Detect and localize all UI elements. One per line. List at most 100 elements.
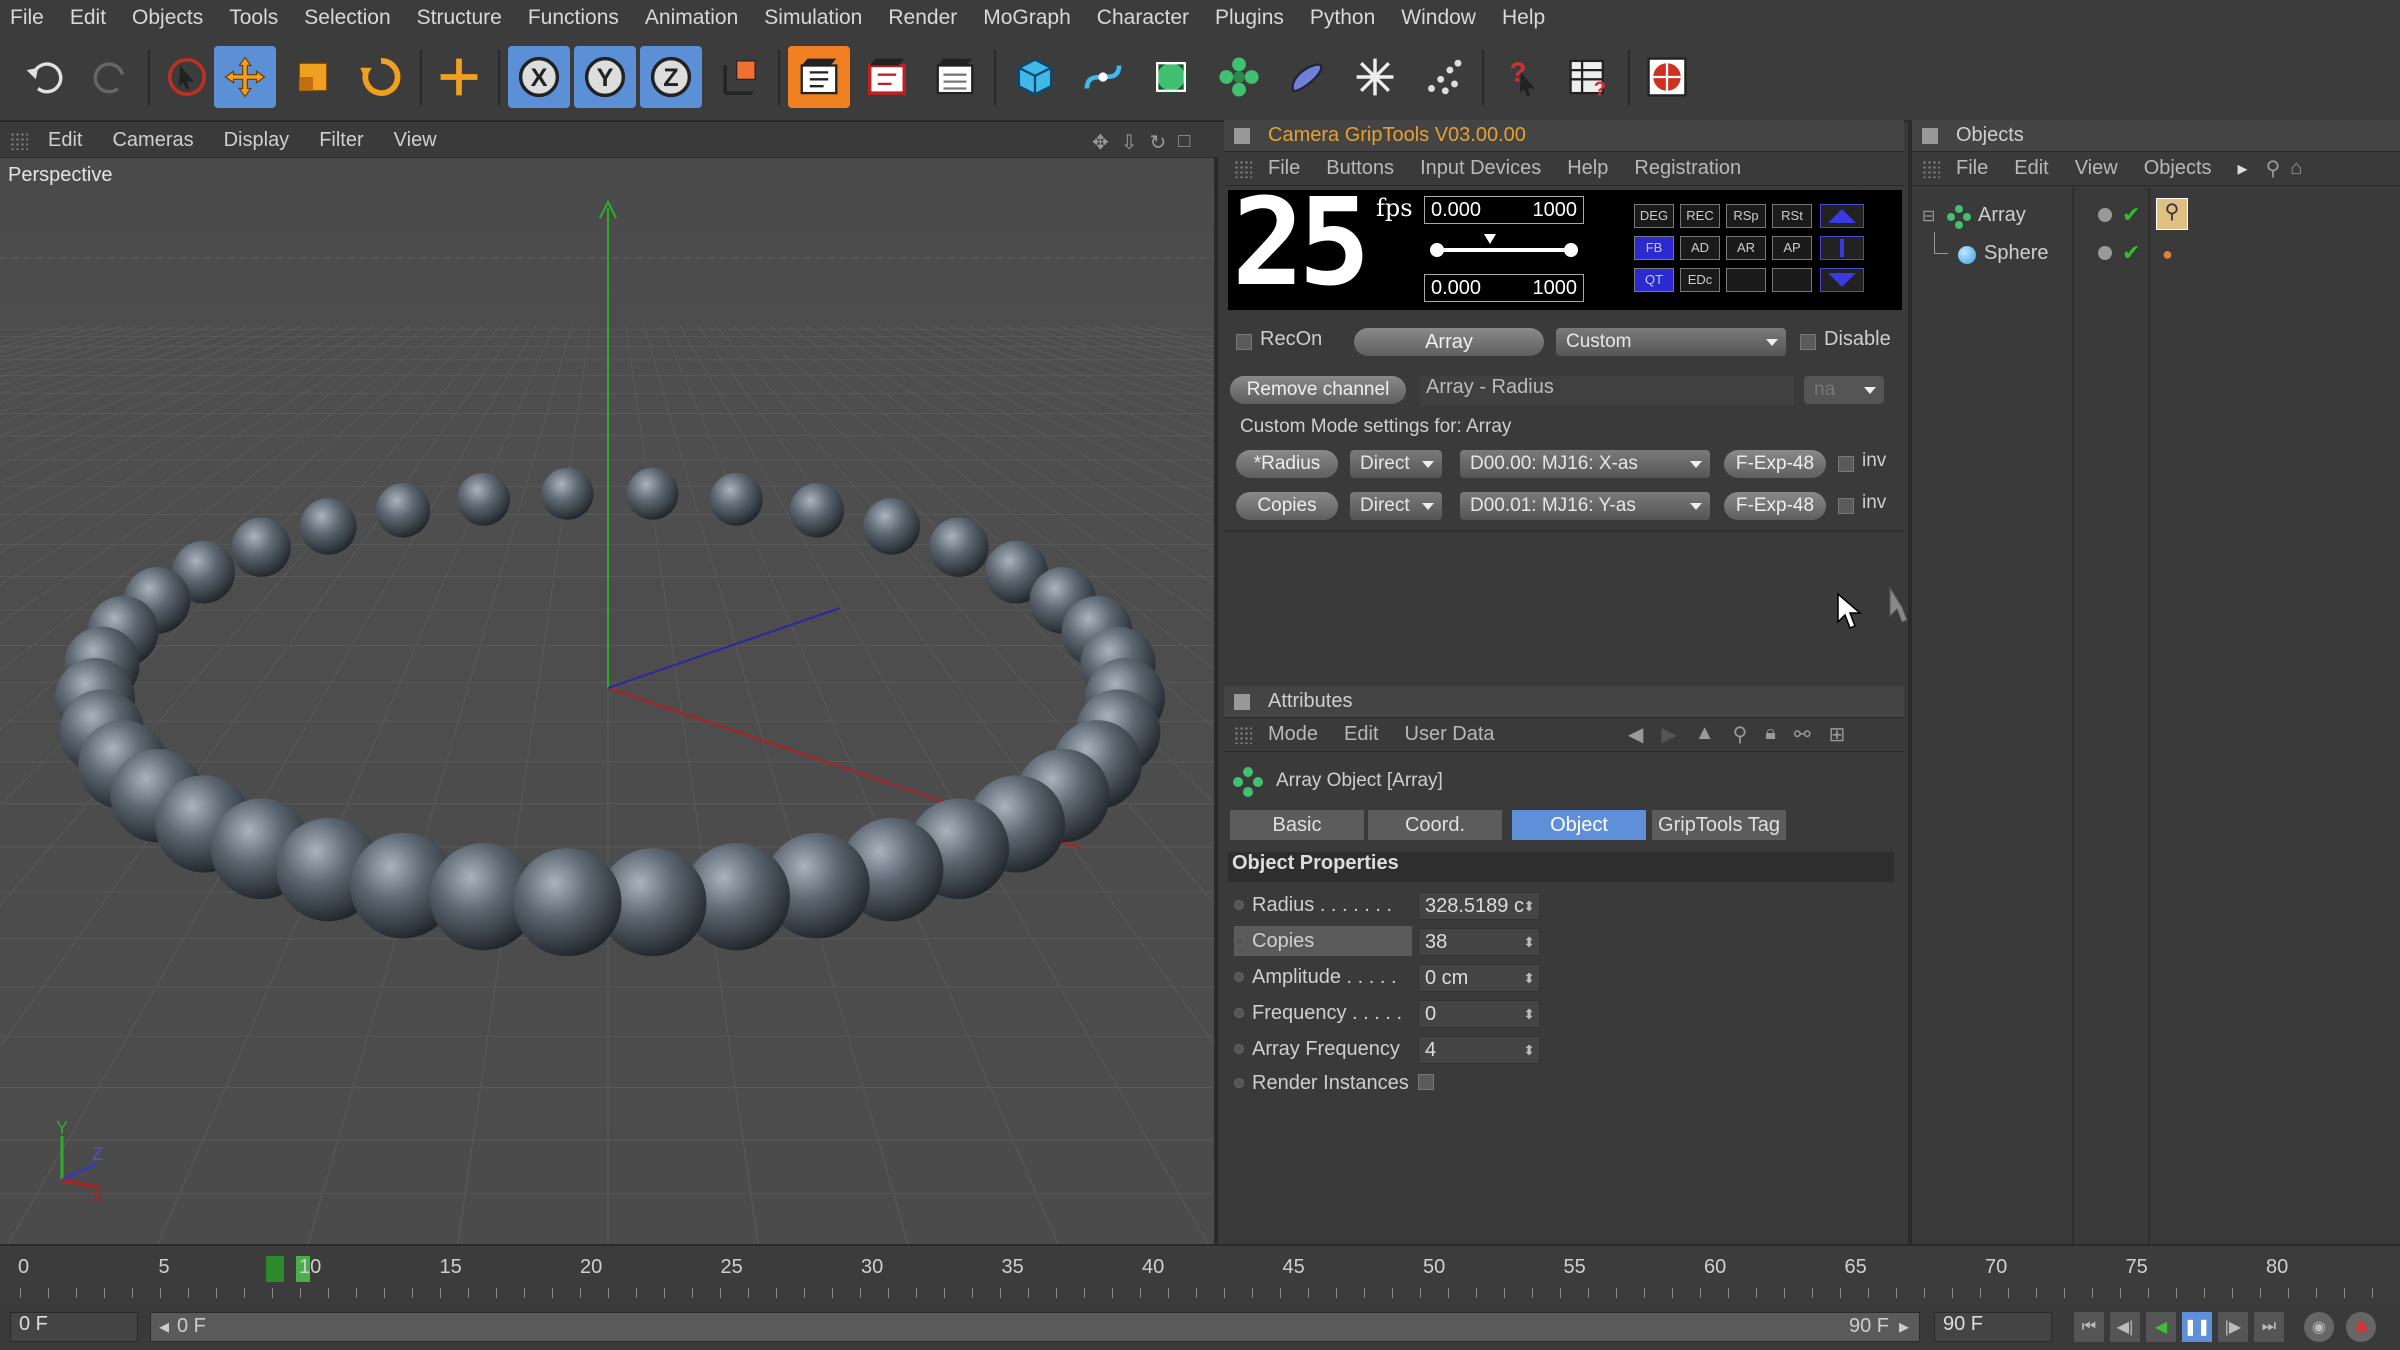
panel-close-icon[interactable] <box>1234 127 1250 144</box>
array-sphere[interactable] <box>457 472 510 526</box>
lock-icon[interactable]: 🔒︎ <box>1765 722 1776 747</box>
lcd-button-ar[interactable]: AR <box>1726 236 1766 260</box>
x-axis-lock-icon[interactable]: X <box>508 46 570 108</box>
viewport-menu-display[interactable]: Display <box>224 129 290 152</box>
visibility-dot-icon[interactable] <box>2098 208 2112 222</box>
lcd-button-blank-2-3[interactable] <box>1772 268 1812 292</box>
next-frame-icon[interactable]: |▶ <box>2218 1312 2248 1342</box>
lcd-button-fb[interactable]: FB <box>1634 236 1674 260</box>
lcd-button-deg[interactable]: DEG <box>1634 204 1674 228</box>
attributes-menu-mode[interactable]: Mode <box>1268 723 1318 746</box>
menu-python[interactable]: Python <box>1310 6 1375 30</box>
move-icon[interactable] <box>214 46 276 108</box>
end-frame-field[interactable]: 90 F <box>1934 1312 2052 1342</box>
array-button[interactable]: Array <box>1354 328 1544 356</box>
radius-curve-button[interactable]: F-Exp-48 <box>1724 450 1826 478</box>
render-settings-icon[interactable] <box>924 46 986 108</box>
autokey-icon[interactable]: ◉ <box>2346 1312 2376 1342</box>
array-sphere[interactable] <box>710 472 763 526</box>
radius-mode-dropdown[interactable]: Direct <box>1350 450 1442 478</box>
copies-inv-checkbox[interactable] <box>1838 498 1854 514</box>
tab-coord[interactable]: Coord. <box>1368 810 1504 840</box>
timeline[interactable]: 0 5 10 15 20 25 30 35 40 45 50 55 60 65 70 75 80 <box>0 1244 2400 1304</box>
maximize-view-icon[interactable]: □ <box>1178 130 1190 155</box>
menu-tools[interactable]: Tools <box>229 6 278 30</box>
copies-mode-dropdown[interactable]: Direct <box>1350 492 1442 520</box>
menu-structure[interactable]: Structure <box>417 6 502 30</box>
lcd-button-qt[interactable]: QT <box>1634 268 1674 292</box>
down-arrow-button[interactable] <box>1820 268 1864 292</box>
previous-key-icon[interactable]: ◀| <box>2110 1312 2140 1342</box>
range-bottom-from[interactable]: 0.000 <box>1431 277 1481 300</box>
radius-inv-checkbox[interactable] <box>1838 456 1854 472</box>
new-panel-icon[interactable]: ⊞ <box>1829 722 1846 747</box>
copies-curve-button[interactable]: F-Exp-48 <box>1724 492 1826 520</box>
objects-menu-view[interactable]: View <box>2075 157 2118 180</box>
object-item-array[interactable]: ⊟ Array ✔ ⚲ <box>1922 198 2382 236</box>
menu-file[interactable]: File <box>10 6 44 30</box>
array-sphere[interactable] <box>929 517 989 577</box>
attributes-menu-user-data[interactable]: User Data <box>1405 723 1495 746</box>
panel-close-icon[interactable] <box>1234 693 1250 710</box>
lcd-button-rst[interactable]: RSt <box>1772 204 1812 228</box>
menu-render[interactable]: Render <box>888 6 957 30</box>
amplitude-input[interactable]: 0 cm <box>1418 964 1540 992</box>
phong-tag-icon[interactable]: ● <box>2162 244 2173 265</box>
na-dropdown[interactable]: na <box>1804 376 1884 404</box>
lcd-button-ad[interactable]: AD <box>1680 236 1720 260</box>
array-sphere[interactable] <box>626 467 679 520</box>
move-view-icon[interactable]: ✥ <box>1092 130 1109 155</box>
viewport-menu-filter[interactable]: Filter <box>319 129 363 152</box>
grip-icon[interactable] <box>1234 726 1252 744</box>
search-icon[interactable]: ⚲ <box>1733 722 1748 747</box>
environment-icon[interactable] <box>1344 46 1406 108</box>
viewport-menu-cameras[interactable]: Cameras <box>112 129 193 152</box>
tab-basic[interactable]: Basic <box>1230 810 1366 840</box>
coordinate-system-icon[interactable] <box>708 46 770 108</box>
copies-device-dropdown[interactable]: D00.01: MJ16: Y-as <box>1460 492 1710 520</box>
menu-plugins[interactable]: Plugins <box>1215 6 1284 30</box>
search-icon[interactable]: ⚲ <box>2266 156 2281 181</box>
remove-channel-button[interactable]: Remove channel <box>1230 376 1406 404</box>
render-to-picture-viewer-icon[interactable] <box>856 46 918 108</box>
animate-dot-icon[interactable] <box>1234 936 1244 946</box>
center-button[interactable] <box>1820 236 1864 260</box>
enabled-check-icon[interactable]: ✔ <box>2122 202 2140 228</box>
menu-selection[interactable]: Selection <box>304 6 390 30</box>
objects-menu-objects[interactable]: Objects <box>2144 157 2212 180</box>
animate-dot-icon[interactable] <box>1234 1078 1244 1088</box>
menu-mograph[interactable]: MoGraph <box>983 6 1071 30</box>
frame-range-slider[interactable]: ◂ 0 F 90 F ▸ <box>150 1312 1920 1342</box>
range-top-from[interactable]: 0.000 <box>1431 199 1481 222</box>
viewport-menu-view[interactable]: View <box>394 129 437 152</box>
tab-object[interactable]: Object <box>1512 810 1648 840</box>
griptools-menu-input-devices[interactable]: Input Devices <box>1420 157 1541 180</box>
mode-dropdown[interactable]: Custom <box>1556 328 1786 356</box>
lcd-button-blank-2-2[interactable] <box>1726 268 1766 292</box>
array-sphere[interactable] <box>541 467 594 520</box>
array-sphere[interactable] <box>231 517 291 577</box>
lcd-button-edc[interactable]: EDc <box>1680 268 1720 292</box>
pan-view-icon[interactable]: ⇩ <box>1121 130 1138 155</box>
up-arrow-button[interactable] <box>1820 204 1864 228</box>
attributes-menu-edit[interactable]: Edit <box>1344 723 1378 746</box>
griptools-icon[interactable] <box>1636 46 1698 108</box>
channel-name-field[interactable]: Array - Radius <box>1420 376 1794 406</box>
menu-functions[interactable]: Functions <box>528 6 619 30</box>
menu-help[interactable]: Help <box>1502 6 1545 30</box>
objects-menu-file[interactable]: File <box>1956 157 1988 180</box>
scale-icon[interactable] <box>282 46 344 108</box>
record-keys-icon[interactable]: ◉ <box>2304 1312 2334 1342</box>
array-sphere[interactable] <box>863 498 920 555</box>
enabled-check-icon[interactable]: ✔ <box>2122 240 2140 266</box>
link-icon[interactable]: ⚯ <box>1794 722 1811 747</box>
object-item-sphere[interactable]: Sphere ✔ ● <box>1922 232 2382 274</box>
range-top-to[interactable]: 1000 <box>1533 199 1578 222</box>
current-frame-field[interactable]: 0 F <box>10 1312 138 1342</box>
deformer-icon[interactable] <box>1276 46 1338 108</box>
y-axis-lock-icon[interactable]: Y <box>574 46 636 108</box>
world-axis-icon[interactable] <box>428 46 490 108</box>
panel-close-icon[interactable] <box>1922 127 1938 144</box>
rotate-icon[interactable] <box>350 46 412 108</box>
range-bottom-to[interactable]: 1000 <box>1533 277 1578 300</box>
